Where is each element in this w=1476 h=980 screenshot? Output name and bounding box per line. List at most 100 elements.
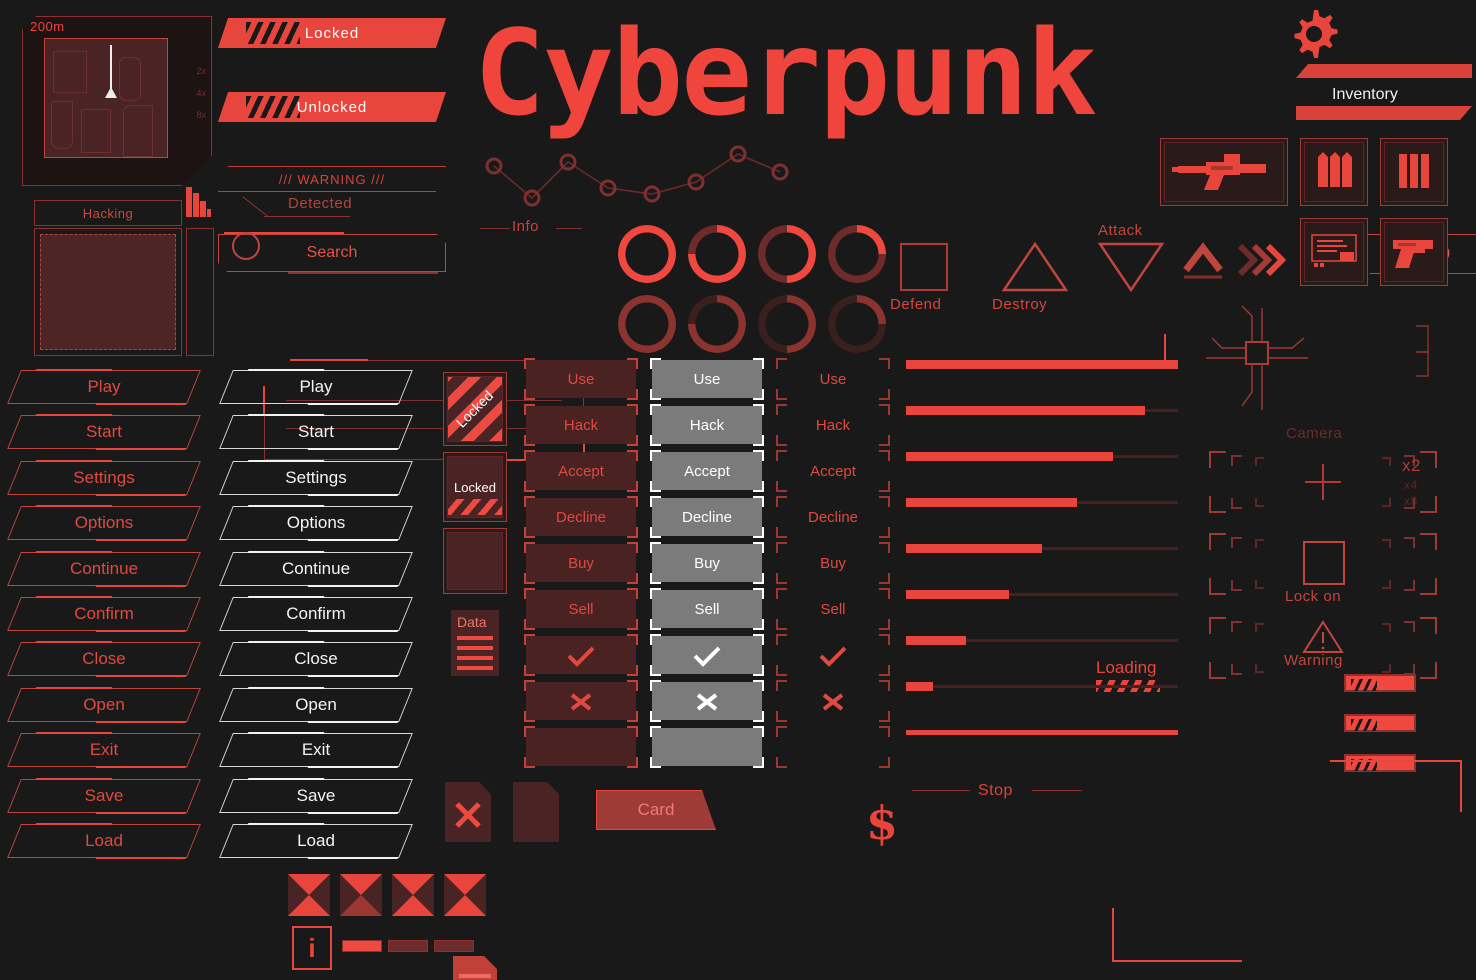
menu-button-continue[interactable]: Continue xyxy=(218,550,414,587)
info-button[interactable]: i xyxy=(292,926,332,970)
action-button-use[interactable]: Use xyxy=(524,358,638,400)
pager-dot[interactable] xyxy=(434,940,474,952)
inventory-slot-pistol[interactable] xyxy=(1380,218,1448,286)
menu-button-save[interactable]: Save xyxy=(218,777,414,814)
camera-zoom-x8[interactable]: x8 xyxy=(1404,494,1418,508)
status-bar-label: Locked xyxy=(304,24,360,42)
close-icon xyxy=(570,693,592,711)
tile-locked-striped[interactable]: Locked xyxy=(443,452,507,522)
defend-shield-icon[interactable] xyxy=(900,243,948,291)
status-bar-unlocked[interactable]: Unlocked xyxy=(218,92,446,122)
document-blank-icon[interactable] xyxy=(513,782,559,842)
chevron-up-icon[interactable] xyxy=(1180,240,1226,282)
viewfinder-crosshair[interactable]: x2 x4 x8 xyxy=(1208,450,1438,514)
action-button-accept[interactable]: Accept xyxy=(776,450,890,492)
action-button-accept[interactable]: Accept xyxy=(650,450,764,492)
card-button[interactable]: Card xyxy=(596,790,716,830)
inventory-slot-document[interactable] xyxy=(1300,218,1368,286)
action-button-hack[interactable]: Hack xyxy=(650,404,764,446)
menu-button-continue[interactable]: Continue xyxy=(6,550,202,587)
progress-ring-50 xyxy=(758,225,816,283)
chevron-right-triple-icon[interactable] xyxy=(1234,238,1286,282)
menu-button-save[interactable]: Save xyxy=(6,777,202,814)
menu-button-play[interactable]: Play xyxy=(6,369,202,405)
menu-button-start[interactable]: Start xyxy=(6,414,202,451)
action-button-label: Decline xyxy=(807,508,859,526)
action-button-blank[interactable] xyxy=(776,726,890,768)
action-button-decline[interactable]: Decline xyxy=(524,496,638,538)
minimap-scale-label: 200m xyxy=(30,19,65,34)
menu-button-load[interactable]: Load xyxy=(218,823,414,859)
camera-zoom-x4[interactable]: x4 xyxy=(1404,478,1418,492)
action-button-buy[interactable]: Buy xyxy=(776,542,890,584)
attack-triangle-icon[interactable] xyxy=(1096,240,1166,294)
tile-locked-diagonal[interactable]: Locked xyxy=(443,372,507,446)
menu-button-settings[interactable]: Settings xyxy=(218,459,414,496)
minimap-zoom-2x[interactable]: 2x xyxy=(196,66,206,76)
action-button-sell[interactable]: Sell xyxy=(776,588,890,630)
viewfinder-warning[interactable] xyxy=(1208,616,1438,680)
menu-button-play[interactable]: Play xyxy=(218,369,414,405)
status-bar-locked[interactable]: Locked xyxy=(218,18,446,48)
menu-button-options[interactable]: Options xyxy=(6,505,202,542)
action-button-label: Use xyxy=(567,370,595,388)
menu-button-open[interactable]: Open xyxy=(6,686,202,723)
close-tiles-icon-group[interactable] xyxy=(288,874,504,918)
pager-dot-active[interactable] xyxy=(342,940,382,952)
menu-button-exit[interactable]: Exit xyxy=(6,732,202,769)
status-bar-warning[interactable]: /// WARNING /// xyxy=(218,166,446,192)
menu-button-options[interactable]: Options xyxy=(218,505,414,542)
menu-button-load[interactable]: Load xyxy=(6,823,202,859)
loading-label: Loading xyxy=(1096,658,1157,677)
tile-label: Data xyxy=(457,614,487,630)
document-icon[interactable] xyxy=(453,956,497,980)
action-button-sell[interactable]: Sell xyxy=(650,588,764,630)
action-button-confirm[interactable] xyxy=(650,634,764,676)
inventory-slot-rifle[interactable] xyxy=(1160,138,1288,206)
action-button-hack[interactable]: Hack xyxy=(776,404,890,446)
progress-ring-75 xyxy=(688,225,746,283)
menu-button-start[interactable]: Start xyxy=(218,414,414,451)
menu-button-close[interactable]: Close xyxy=(6,641,202,678)
menu-button-settings[interactable]: Settings xyxy=(6,459,202,496)
detected-label: Detected xyxy=(288,195,353,212)
action-button-confirm[interactable] xyxy=(776,634,890,676)
destroy-triangle-icon[interactable] xyxy=(1000,240,1070,294)
minimap-zoom-4x[interactable]: 4x xyxy=(196,88,206,98)
action-button-cancel[interactable] xyxy=(776,680,890,722)
action-button-decline[interactable]: Decline xyxy=(650,496,764,538)
action-button-hack[interactable]: Hack xyxy=(524,404,638,446)
pager-dot[interactable] xyxy=(388,940,428,952)
tile-data[interactable]: Data xyxy=(451,610,499,676)
action-button-decline[interactable]: Decline xyxy=(776,496,890,538)
action-button-buy[interactable]: Buy xyxy=(650,542,764,584)
action-button-accept[interactable]: Accept xyxy=(524,450,638,492)
action-button-blank[interactable] xyxy=(524,726,638,768)
minimap-zoom-8x[interactable]: 8x xyxy=(196,110,206,120)
menu-button-open[interactable]: Open xyxy=(218,686,414,723)
menu-button-confirm[interactable]: Confirm xyxy=(218,596,414,632)
document-delete-icon[interactable] xyxy=(445,782,491,842)
menu-button-confirm[interactable]: Confirm xyxy=(6,596,202,632)
action-button-cancel[interactable] xyxy=(650,680,764,722)
viewfinder-lock-on[interactable] xyxy=(1208,532,1438,596)
ammo-bracket xyxy=(1416,325,1429,377)
tile-empty[interactable] xyxy=(443,528,507,594)
action-button-use[interactable]: Use xyxy=(776,358,890,400)
action-button-sell[interactable]: Sell xyxy=(524,588,638,630)
action-button-blank[interactable] xyxy=(650,726,764,768)
minimap[interactable]: 200m 2x 4x 8x xyxy=(22,16,212,186)
action-button-use[interactable]: Use xyxy=(650,358,764,400)
action-button-cancel[interactable] xyxy=(524,680,638,722)
hacking-panel[interactable] xyxy=(34,228,182,356)
menu-button-close[interactable]: Close xyxy=(218,641,414,678)
inventory-slot-bullets[interactable] xyxy=(1300,138,1368,206)
menu-button-exit[interactable]: Exit xyxy=(218,732,414,769)
action-button-confirm[interactable] xyxy=(524,634,638,676)
gear-icon[interactable] xyxy=(1288,8,1340,60)
info-glyph: i xyxy=(308,932,316,963)
action-button-buy[interactable]: Buy xyxy=(524,542,638,584)
info-rule-left xyxy=(480,228,510,229)
camera-zoom-x2[interactable]: x2 xyxy=(1402,456,1421,476)
inventory-slot-shells[interactable] xyxy=(1380,138,1448,206)
